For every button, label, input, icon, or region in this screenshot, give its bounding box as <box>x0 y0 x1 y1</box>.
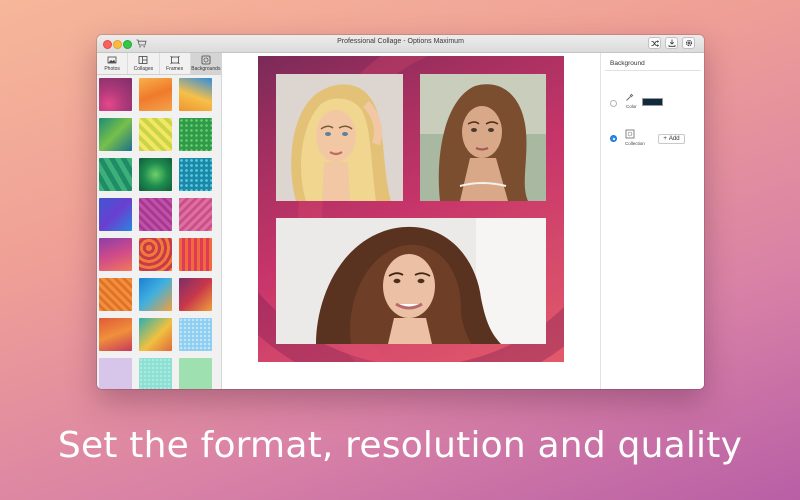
collage-photo-1[interactable] <box>276 74 403 201</box>
add-button[interactable]: + Add <box>658 134 685 144</box>
shuffle-button[interactable] <box>648 37 661 49</box>
background-thumbnail[interactable] <box>99 118 132 151</box>
sidebar-tabs: Photos Collages Frames Backgrounds <box>97 53 221 75</box>
photos-icon <box>107 56 117 64</box>
portrait-image <box>276 218 546 344</box>
canvas-area <box>222 53 600 389</box>
download-icon <box>668 39 675 47</box>
background-thumbnail[interactable] <box>139 78 172 111</box>
background-thumbnail[interactable] <box>139 318 172 351</box>
collection-icon <box>625 129 635 139</box>
portrait-image <box>276 74 403 201</box>
collage-canvas[interactable] <box>258 56 564 362</box>
background-thumbnail[interactable] <box>179 318 212 351</box>
settings-button[interactable] <box>682 37 695 49</box>
title-bar: Professional Collage - Options Maximum <box>97 35 704 53</box>
tab-label: Photos <box>104 66 120 72</box>
add-button-label: Add <box>668 136 680 142</box>
background-thumbnail[interactable] <box>179 78 212 111</box>
color-radio[interactable] <box>610 100 617 107</box>
color-option-label: Color <box>626 104 637 109</box>
tab-photos[interactable]: Photos <box>97 53 129 74</box>
sidebar: Photos Collages Frames Backgrounds <box>97 53 222 389</box>
plus-icon: + <box>663 136 667 142</box>
shuffle-icon <box>651 39 659 47</box>
backgrounds-icon <box>201 55 211 65</box>
color-swatch[interactable] <box>642 98 663 106</box>
background-thumbnail[interactable] <box>99 158 132 191</box>
collection-option-label: Collection <box>625 141 645 146</box>
tab-label: Frames <box>166 66 184 72</box>
background-thumbnail[interactable] <box>139 198 172 231</box>
tab-label: Collages <box>133 66 154 72</box>
portrait-image <box>420 74 546 201</box>
collage-photo-3[interactable] <box>276 218 546 344</box>
promo-caption: Set the format, resolution and quality <box>57 425 743 466</box>
background-thumbnail[interactable] <box>99 198 132 231</box>
eyedropper-icon <box>626 93 634 101</box>
gear-icon <box>685 39 692 47</box>
background-thumbnail[interactable] <box>179 118 212 151</box>
background-thumbnail[interactable] <box>99 78 132 111</box>
panel-title: Background <box>610 60 645 67</box>
background-thumbnail[interactable] <box>179 238 212 271</box>
background-thumbnail[interactable] <box>99 318 132 351</box>
background-thumbnail[interactable] <box>179 158 212 191</box>
background-thumbnail[interactable] <box>139 238 172 271</box>
window-title: Professional Collage - Options Maximum <box>337 38 464 45</box>
background-thumbnail[interactable] <box>139 118 172 151</box>
export-button[interactable] <box>665 37 678 49</box>
frames-icon <box>169 55 180 65</box>
collage-photo-2[interactable] <box>420 74 546 201</box>
divider <box>605 70 701 71</box>
app-window: Professional Collage - Options Maximum P… <box>97 35 704 389</box>
collection-radio[interactable] <box>610 135 617 142</box>
tab-collages[interactable]: Collages <box>128 53 160 74</box>
background-thumbnail[interactable] <box>139 278 172 311</box>
tab-frames[interactable]: Frames <box>160 53 191 74</box>
background-thumbnail[interactable] <box>179 198 212 231</box>
background-thumbnail[interactable] <box>99 358 132 389</box>
background-thumbnail[interactable] <box>99 278 132 311</box>
background-thumbnail[interactable] <box>179 278 212 311</box>
background-thumbnail[interactable] <box>139 358 172 389</box>
collages-icon <box>138 56 148 64</box>
background-thumbnail[interactable] <box>139 158 172 191</box>
background-thumbnail[interactable] <box>99 238 132 271</box>
tab-label: Backgrounds <box>191 66 221 72</box>
background-settings-panel: Background Color Collection + Add <box>600 53 704 389</box>
background-thumbnail[interactable] <box>179 358 212 389</box>
tab-backgrounds[interactable]: Backgrounds <box>190 53 221 74</box>
